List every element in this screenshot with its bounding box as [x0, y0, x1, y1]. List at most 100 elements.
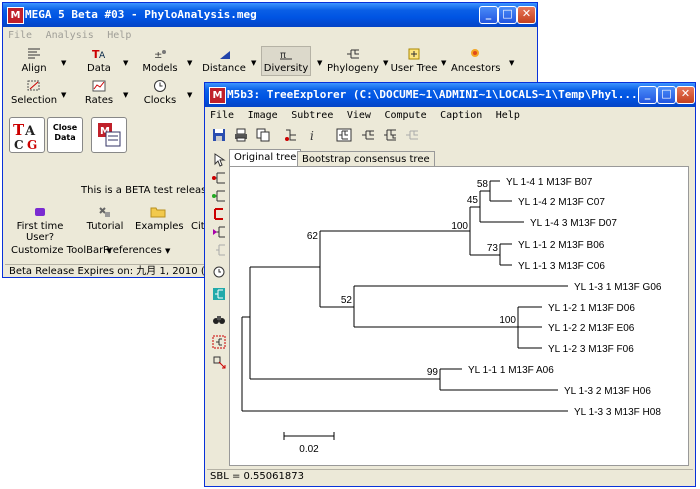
taxon-label[interactable]: YL 1-3 1 M13F G06 [574, 282, 662, 293]
mega-menu-bar: File Analysis Help [4, 28, 536, 44]
customize-toolbar-menu[interactable]: Customize ToolBar ▼ [11, 245, 112, 256]
ancestors-button[interactable]: Ancestors [451, 47, 500, 74]
rates-button[interactable]: Rates [79, 79, 119, 106]
align-dropdown-icon[interactable]: ▼ [61, 59, 66, 67]
examples-link[interactable]: Examples [135, 205, 184, 232]
phylogeny-button[interactable]: Phylogeny [325, 47, 381, 74]
flip-subtree-icon[interactable] [212, 171, 226, 185]
find-icon[interactable] [212, 313, 226, 327]
rates-dropdown-icon[interactable]: ▼ [123, 91, 128, 99]
align-button[interactable]: Align [11, 47, 57, 74]
bootstrap-value[interactable]: 62 [307, 231, 319, 242]
subtree-icon[interactable] [336, 128, 352, 142]
phylogeny-dropdown-icon[interactable]: ▼ [383, 59, 388, 67]
mega-browser-button[interactable]: M [91, 117, 127, 153]
clocks-dropdown-icon[interactable]: ▼ [187, 91, 192, 99]
rates-icon [92, 80, 106, 92]
distance-button[interactable]: Distance [201, 47, 247, 74]
tutorial-link[interactable]: Tutorial [85, 205, 125, 232]
resize-icon[interactable] [212, 355, 226, 369]
te-minimize-button[interactable]: _ [638, 86, 657, 104]
bootstrap-value[interactable]: 99 [427, 367, 439, 378]
clock-tree-icon[interactable] [212, 265, 226, 279]
clocks-button[interactable]: Clocks [137, 79, 183, 106]
root-icon[interactable] [212, 225, 226, 239]
te-menu-file[interactable]: File [210, 110, 234, 121]
data-dropdown-icon[interactable]: ▼ [123, 59, 128, 67]
te-menu-compute[interactable]: Compute [384, 110, 426, 121]
first-time-user-label: First time User? [16, 221, 64, 243]
taxon-label[interactable]: YL 1-1 1 M13F A06 [468, 365, 554, 376]
cluster-tree-icon[interactable] [360, 128, 376, 142]
te-menu-image[interactable]: Image [248, 110, 278, 121]
tree-style-icon[interactable] [284, 128, 298, 142]
bootstrap-value[interactable]: 100 [451, 221, 468, 232]
close-data-button[interactable]: Close Data [47, 117, 83, 153]
tutorial-label: Tutorial [86, 221, 124, 232]
close-button[interactable]: ✕ [517, 6, 536, 24]
mega-window-title: MEGA 5 Beta #03 - PhyloAnalysis.meg [25, 8, 257, 21]
tree-explorer-app-icon: M [209, 87, 226, 104]
taxon-label[interactable]: YL 1-1 3 M13F C06 [518, 261, 605, 272]
user-tree-button[interactable]: User Tree [389, 47, 439, 74]
te-menu-caption[interactable]: Caption [440, 110, 482, 121]
cluster-tree-2-icon[interactable] [382, 128, 398, 142]
te-close-button[interactable]: ✕ [676, 86, 695, 104]
taxon-label[interactable]: YL 1-2 2 M13F E06 [548, 323, 635, 334]
preferences-menu[interactable]: Preferences ▼ [103, 245, 170, 256]
bootstrap-value[interactable]: 73 [487, 243, 499, 254]
bootstrap-value[interactable]: 100 [499, 315, 516, 326]
tree-canvas[interactable]: YL 1-4 1 M13F B07 YL 1-4 2 M13F C07 YL 1-4… [229, 166, 689, 466]
scale-bar-label[interactable]: 0.02 [299, 444, 319, 455]
te-menu-bar: File Image Subtree View Compute Caption … [206, 108, 694, 124]
bootstrap-value[interactable]: 45 [467, 195, 479, 206]
print-icon[interactable] [234, 128, 248, 142]
tab-bootstrap-consensus-tree[interactable]: Bootstrap consensus tree [297, 151, 435, 167]
menu-help[interactable]: Help [107, 30, 131, 41]
information-icon[interactable]: i [306, 128, 320, 142]
maximize-button[interactable]: □ [498, 6, 517, 24]
models-dropdown-icon[interactable]: ▼ [187, 59, 192, 67]
ancestors-dropdown-icon[interactable]: ▼ [509, 59, 514, 67]
open-data-button[interactable]: TACG [9, 117, 45, 153]
tree-explorer-title-bar[interactable]: M M5b3: TreeExplorer (C:\DOCUME~1\ADMINI… [205, 83, 695, 107]
taxon-label[interactable]: YL 1-3 3 M13F H08 [574, 407, 661, 418]
te-menu-help[interactable]: Help [496, 110, 520, 121]
taxon-label[interactable]: YL 1-4 2 M13F C07 [518, 197, 605, 208]
zoom-fit-icon[interactable] [212, 335, 226, 349]
te-maximize-button[interactable]: □ [657, 86, 676, 104]
distance-dropdown-icon[interactable]: ▼ [251, 59, 256, 67]
first-time-user-link[interactable]: First time User? [9, 205, 71, 243]
folder-icon [150, 207, 166, 218]
minimize-button[interactable]: _ [479, 6, 498, 24]
compress-subtree-icon[interactable] [212, 207, 226, 221]
tree-info-icon[interactable] [212, 287, 226, 301]
examples-label: Examples [135, 221, 184, 232]
diversity-button[interactable]: π Diversity [261, 46, 311, 76]
selection-button[interactable]: Selection [11, 79, 57, 106]
menu-file[interactable]: File [8, 30, 32, 41]
bootstrap-value[interactable]: 58 [477, 179, 489, 190]
taxon-label[interactable]: YL 1-1 2 M13F B06 [518, 240, 605, 251]
selection-dropdown-icon[interactable]: ▼ [61, 91, 66, 99]
svg-text:A: A [24, 124, 36, 139]
diversity-dropdown-icon[interactable]: ▼ [317, 59, 322, 67]
data-button[interactable]: TA Data [79, 47, 119, 74]
copy-icon[interactable] [256, 128, 270, 142]
models-button[interactable]: ± Models [137, 47, 183, 74]
te-menu-subtree[interactable]: Subtree [291, 110, 333, 121]
taxon-label[interactable]: YL 1-4 3 M13F D07 [530, 218, 617, 229]
taxon-label[interactable]: YL 1-2 1 M13F D06 [548, 303, 635, 314]
taxon-label[interactable]: YL 1-2 3 M13F F06 [548, 344, 634, 355]
taxon-label[interactable]: YL 1-3 2 M13F H06 [564, 386, 651, 397]
taxon-label[interactable]: YL 1-4 1 M13F B07 [506, 177, 593, 188]
tab-original-tree[interactable]: Original tree [229, 149, 302, 167]
save-icon[interactable] [212, 128, 226, 142]
mega-title-bar[interactable]: M MEGA 5 Beta #03 - PhyloAnalysis.meg _ … [3, 3, 537, 27]
swap-icon[interactable] [212, 189, 226, 203]
pointer-icon[interactable] [212, 153, 226, 167]
te-menu-view[interactable]: View [347, 110, 371, 121]
bootstrap-value[interactable]: 52 [341, 295, 353, 306]
user-tree-dropdown-icon[interactable]: ▼ [441, 59, 446, 67]
menu-analysis[interactable]: Analysis [46, 30, 94, 41]
